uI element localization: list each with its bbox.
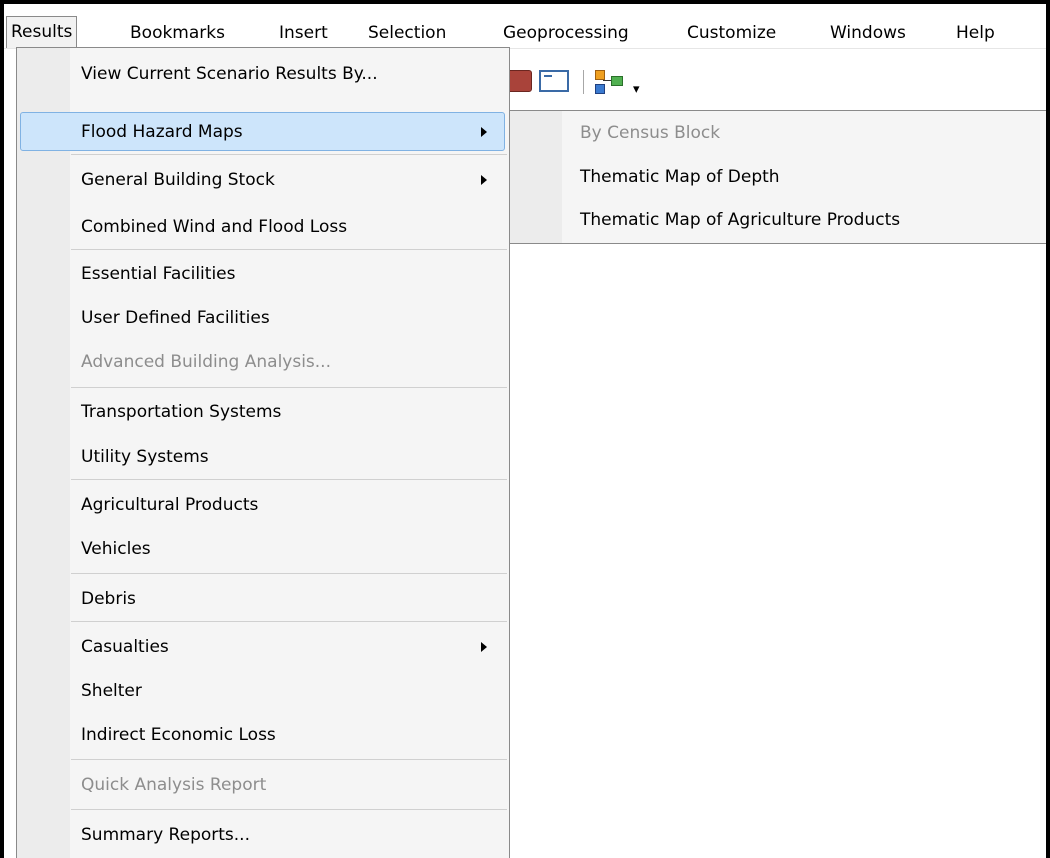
menu-item-casualties[interactable]: Casualties <box>17 627 509 667</box>
menu-item-label: Utility Systems <box>81 447 209 467</box>
submenu-item-thematic-map-agriculture[interactable]: Thematic Map of Agriculture Products <box>510 199 1045 241</box>
menu-item-label: Thematic Map of Depth <box>580 167 780 187</box>
menu-item-view-current-scenario-results[interactable]: View Current Scenario Results By... <box>17 54 509 94</box>
menu-separator <box>71 479 507 480</box>
menu-results[interactable]: Results <box>6 16 78 48</box>
flood-hazard-maps-submenu: By Census Block Thematic Map of Depth Th… <box>509 110 1046 244</box>
menu-item-indirect-economic-loss[interactable]: Indirect Economic Loss <box>17 715 509 755</box>
menu-item-label: Flood Hazard Maps <box>81 122 243 142</box>
menu-geoprocessing[interactable]: Geoprocessing <box>503 18 629 48</box>
window-frame-left <box>0 0 4 858</box>
submenu-arrow-icon <box>481 127 487 137</box>
menu-separator <box>71 573 507 574</box>
menu-item-utility-systems[interactable]: Utility Systems <box>17 437 509 477</box>
menu-item-label: Shelter <box>81 681 142 701</box>
menu-item-debris[interactable]: Debris <box>17 579 509 619</box>
menu-item-combined-wind-flood-loss[interactable]: Combined Wind and Flood Loss <box>17 207 509 247</box>
python-console-icon[interactable] <box>539 70 569 92</box>
submenu-item-by-census-block: By Census Block <box>510 112 1045 154</box>
menu-item-label: Quick Analysis Report <box>81 775 267 795</box>
menu-item-advanced-building-analysis: Advanced Building Analysis... <box>17 342 509 382</box>
model-builder-icon[interactable] <box>595 70 625 94</box>
menu-item-label: Essential Facilities <box>81 264 236 284</box>
menu-item-quick-analysis-report: Quick Analysis Report <box>17 765 509 805</box>
menu-item-label: Advanced Building Analysis... <box>81 352 331 372</box>
menu-separator <box>71 809 507 810</box>
menu-customize[interactable]: Customize <box>687 18 776 48</box>
menu-item-label: Vehicles <box>81 539 151 559</box>
menu-item-label: Combined Wind and Flood Loss <box>81 217 348 237</box>
submenu-arrow-icon <box>481 642 487 652</box>
menu-item-user-defined-facilities[interactable]: User Defined Facilities <box>17 298 509 338</box>
menu-item-agricultural-products[interactable]: Agricultural Products <box>17 485 509 525</box>
toolbar-overflow-icon[interactable]: ▾ <box>633 82 640 97</box>
menu-item-shelter[interactable]: Shelter <box>17 671 509 711</box>
menu-item-label: Transportation Systems <box>81 402 282 422</box>
menu-item-label: Casualties <box>81 637 169 657</box>
menu-selection[interactable]: Selection <box>368 18 446 48</box>
menu-item-flood-hazard-maps[interactable]: Flood Hazard Maps <box>17 112 509 152</box>
menu-separator <box>71 759 507 760</box>
menu-item-label: Indirect Economic Loss <box>81 725 276 745</box>
menu-separator <box>71 154 507 155</box>
menu-item-label: View Current Scenario Results By... <box>81 64 378 84</box>
menu-item-general-building-stock[interactable]: General Building Stock <box>17 160 509 200</box>
menu-bar: Results Bookmarks Insert Selection Geopr… <box>4 4 1046 49</box>
menu-item-label: Summary Reports... <box>81 825 250 845</box>
submenu-item-thematic-map-depth[interactable]: Thematic Map of Depth <box>510 156 1045 198</box>
results-dropdown-menu: View Current Scenario Results By... Floo… <box>16 47 510 858</box>
menu-separator <box>71 621 507 622</box>
menu-help[interactable]: Help <box>956 18 995 48</box>
menu-insert[interactable]: Insert <box>279 18 328 48</box>
menu-bookmarks[interactable]: Bookmarks <box>130 18 225 48</box>
standard-toolbar: ▾ <box>503 62 703 102</box>
toolbar-separator <box>583 70 584 94</box>
menu-item-label: Debris <box>81 589 136 609</box>
menu-item-label: By Census Block <box>580 123 721 143</box>
menu-item-label: General Building Stock <box>81 170 275 190</box>
menu-item-label: Agricultural Products <box>81 495 259 515</box>
menu-windows[interactable]: Windows <box>830 18 906 48</box>
menu-item-vehicles[interactable]: Vehicles <box>17 529 509 569</box>
menu-item-summary-reports[interactable]: Summary Reports... <box>17 815 509 855</box>
menu-item-essential-facilities[interactable]: Essential Facilities <box>17 254 509 294</box>
menu-separator <box>71 249 507 250</box>
submenu-arrow-icon <box>481 175 487 185</box>
menu-item-transportation-systems[interactable]: Transportation Systems <box>17 392 509 432</box>
menu-item-label: User Defined Facilities <box>81 308 270 328</box>
window-frame-right <box>1046 0 1050 858</box>
menu-separator <box>71 387 507 388</box>
menu-item-label: Thematic Map of Agriculture Products <box>580 210 901 230</box>
